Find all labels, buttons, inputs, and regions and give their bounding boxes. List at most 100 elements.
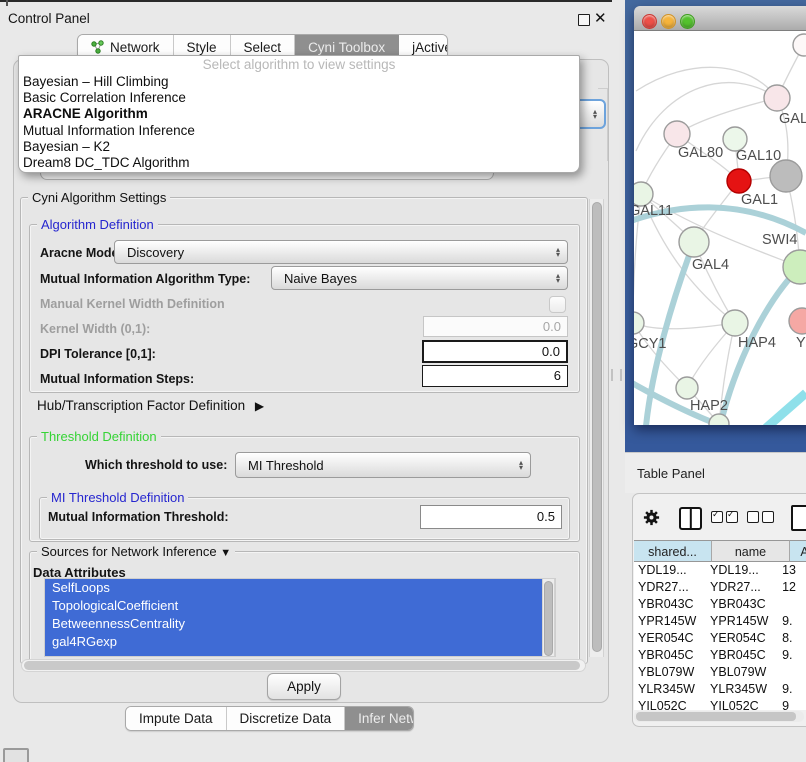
settings-hscrollbar[interactable] bbox=[21, 659, 586, 672]
table-row[interactable]: YPR145WYPR145W9. bbox=[634, 613, 806, 630]
document-icon[interactable] bbox=[791, 505, 806, 531]
table-hscrollbar[interactable] bbox=[634, 711, 804, 722]
algorithm-option[interactable]: Bayesian – K2 bbox=[19, 139, 579, 155]
algorithm-list: Bayesian – Hill ClimbingBasic Correlatio… bbox=[19, 74, 579, 171]
algorithm-option[interactable]: ARACNE Algorithm bbox=[19, 106, 579, 122]
algorithm-option[interactable]: Mutual Information Inference bbox=[19, 123, 579, 139]
tab-impute-data[interactable]: Impute Data bbox=[126, 707, 227, 730]
table-row[interactable]: YDR27...YDR27...12 bbox=[634, 579, 806, 596]
node-label: HAP2 bbox=[690, 398, 728, 414]
table-row[interactable]: YBR043CYBR043C bbox=[634, 596, 806, 613]
kernel-width-label: Kernel Width (0,1): bbox=[40, 322, 150, 336]
network-node-gcy1[interactable] bbox=[634, 312, 644, 334]
node-label: GCY1 bbox=[634, 336, 667, 352]
mi-steps-label: Mutual Information Steps: bbox=[40, 372, 194, 386]
attributes-scrollbar[interactable] bbox=[542, 579, 555, 657]
network-edge[interactable] bbox=[636, 83, 777, 151]
algorithm-option[interactable]: Dream8 DC_TDC Algorithm bbox=[19, 155, 579, 171]
settings-gear-icon[interactable] bbox=[642, 508, 661, 527]
panel-top-notch bbox=[6, 0, 8, 6]
deselect-all-icon[interactable] bbox=[747, 511, 774, 523]
dpi-tolerance-field[interactable]: 0.0 bbox=[422, 340, 568, 363]
network-node[interactable] bbox=[793, 34, 806, 56]
algorithm-definition-title: Algorithm Definition bbox=[37, 217, 158, 232]
settings-vscrollbar[interactable] bbox=[589, 199, 604, 657]
mi-type-label: Mutual Information Algorithm Type: bbox=[40, 272, 250, 286]
spinner-arrows-icon: ▴▾ bbox=[556, 273, 560, 283]
close-icon[interactable]: ✕ bbox=[594, 9, 607, 27]
tab-discretize-data[interactable]: Discretize Data bbox=[227, 707, 346, 730]
tab-infer-network[interactable]: Infer Network bbox=[345, 707, 414, 730]
mi-steps-field[interactable]: 6 bbox=[422, 365, 568, 387]
node-label: SWI4 bbox=[762, 232, 797, 248]
dpi-tolerance-label: DPI Tolerance [0,1]: bbox=[40, 347, 156, 361]
select-all-icon[interactable]: ✓✓ bbox=[711, 511, 738, 523]
network-edge[interactable] bbox=[766, 393, 806, 425]
network-node-gal80[interactable] bbox=[664, 121, 690, 147]
minimize-traffic-light-icon[interactable] bbox=[661, 14, 676, 29]
algorithm-option[interactable]: Basic Correlation Inference bbox=[19, 90, 579, 106]
network-window-titlebar[interactable] bbox=[634, 6, 806, 31]
network-node[interactable] bbox=[770, 160, 802, 192]
split-view-icon[interactable] bbox=[679, 507, 702, 530]
mi-type-combo[interactable]: Naive Bayes ▴▾ bbox=[271, 266, 568, 290]
attribute-list-item[interactable]: SelfLoops bbox=[45, 579, 545, 597]
network-edge[interactable] bbox=[677, 98, 777, 134]
settings-group-title: Cyni Algorithm Settings bbox=[28, 190, 170, 205]
network-edge[interactable] bbox=[636, 67, 777, 98]
table-column-header[interactable]: name bbox=[712, 540, 790, 562]
node-label: Y bbox=[796, 335, 806, 351]
table-row[interactable]: YBR045CYBR045C9. bbox=[634, 647, 806, 664]
cyni-bottom-tabs: Impute DataDiscretize DataInfer Network bbox=[125, 706, 414, 731]
table-column-header[interactable]: A bbox=[790, 540, 806, 562]
attribute-list-item[interactable]: TopologicalCoefficient bbox=[45, 597, 545, 615]
node-table[interactable]: YDL19...YDL19...13YDR27...YDR27...12YBR0… bbox=[634, 562, 806, 710]
table-row[interactable]: YER054CYER054C8. bbox=[634, 630, 806, 647]
mi-threshold-label: Mutual Information Threshold: bbox=[48, 510, 229, 524]
spinner-arrows-icon: ▴▾ bbox=[556, 247, 560, 257]
manual-kernel-checkbox[interactable] bbox=[549, 296, 566, 313]
network-edge[interactable] bbox=[634, 323, 735, 329]
which-threshold-combo[interactable]: MI Threshold ▴▾ bbox=[235, 452, 531, 478]
node-label: GAL bbox=[779, 111, 806, 127]
network-node-gal4[interactable] bbox=[679, 227, 709, 257]
threshold-definition-title: Threshold Definition bbox=[37, 429, 161, 444]
table-panel-title: Table Panel bbox=[637, 466, 705, 481]
aracne-mode-label: Aracne Mode: bbox=[40, 246, 123, 260]
float-window-icon[interactable] bbox=[578, 14, 590, 26]
mi-threshold-field[interactable]: 0.5 bbox=[420, 505, 562, 529]
network-node-gal1[interactable] bbox=[727, 169, 751, 193]
node-label: GAL10 bbox=[736, 148, 781, 164]
network-icon bbox=[91, 40, 105, 54]
table-row[interactable]: YLR345WYLR345W9. bbox=[634, 681, 806, 698]
kernel-width-field: 0.0 bbox=[423, 316, 568, 337]
network-node-gal[interactable] bbox=[764, 85, 790, 111]
table-row[interactable]: YDL19...YDL19...13 bbox=[634, 562, 806, 579]
minimized-panel-icon[interactable] bbox=[3, 748, 29, 762]
node-label: GAL1 bbox=[741, 192, 778, 208]
algorithm-option[interactable]: Bayesian – Hill Climbing bbox=[19, 74, 579, 90]
node-label: HAP4 bbox=[738, 335, 776, 351]
network-node-y[interactable] bbox=[789, 308, 806, 334]
table-row[interactable]: YBL079WYBL079W bbox=[634, 664, 806, 681]
close-traffic-light-icon[interactable] bbox=[642, 14, 657, 29]
attribute-list-item[interactable]: gal4RGexp bbox=[45, 633, 545, 651]
node-label: GAL4 bbox=[692, 257, 729, 273]
table-column-header[interactable]: shared... bbox=[634, 540, 712, 562]
data-attributes-list[interactable]: SelfLoopsTopologicalCoefficientBetweenne… bbox=[44, 578, 556, 657]
apply-button[interactable]: Apply bbox=[267, 673, 341, 700]
panel-splitter-handle[interactable] bbox=[611, 369, 622, 381]
table-row[interactable]: YIL052CYIL052C9 bbox=[634, 698, 806, 710]
expand-right-icon: ▶ bbox=[255, 399, 264, 413]
network-node-hap2[interactable] bbox=[676, 377, 698, 399]
panel-top-border bbox=[0, 0, 612, 2]
application-window: Control Panel ✕ NetworkStyleSelectCyni T… bbox=[0, 0, 806, 762]
hub-definition-toggle[interactable]: Hub/Transcription Factor Definition ▶ bbox=[37, 398, 264, 413]
network-node-hap4[interactable] bbox=[722, 310, 748, 336]
aracne-mode-combo[interactable]: Discovery ▴▾ bbox=[114, 240, 568, 264]
manual-kernel-label: Manual Kernel Width Definition bbox=[40, 297, 225, 311]
attribute-list-item[interactable]: BetweennessCentrality bbox=[45, 615, 545, 633]
node-label: GAL11 bbox=[634, 203, 673, 219]
zoom-traffic-light-icon[interactable] bbox=[680, 14, 695, 29]
network-canvas[interactable]: GALGAL80GAL10GAL1GAL11SWI4GAL4GCY1HAP4YH… bbox=[634, 31, 806, 425]
